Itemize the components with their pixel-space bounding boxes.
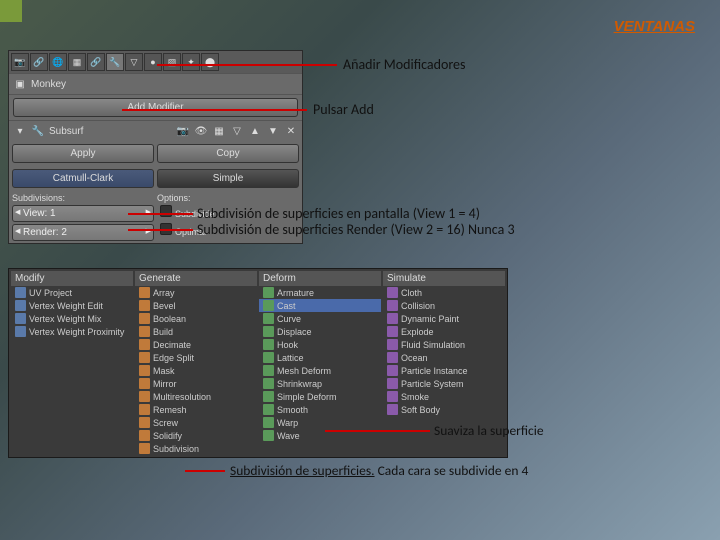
cube-icon: ▣ xyxy=(13,77,27,91)
mod-simpledeform[interactable]: Simple Deform xyxy=(259,390,381,403)
col-simulate-head: Simulate xyxy=(383,271,505,286)
mod-mirror[interactable]: Mirror xyxy=(135,377,257,390)
add-modifier-button[interactable]: Add Modifier xyxy=(13,98,298,117)
mod-multires[interactable]: Multiresolution xyxy=(135,390,257,403)
mod-partsys[interactable]: Particle System xyxy=(383,377,505,390)
mod-remesh[interactable]: Remesh xyxy=(135,403,257,416)
mod-screw[interactable]: Screw xyxy=(135,416,257,429)
object-name: Monkey xyxy=(31,79,66,90)
close-icon[interactable]: ✕ xyxy=(284,124,298,138)
render-field[interactable]: Render: 2 xyxy=(12,224,154,241)
tab-modifiers-icon[interactable]: 🔧 xyxy=(106,53,124,71)
mod-dynpaint[interactable]: Dynamic Paint xyxy=(383,312,505,325)
annotation-subdiv-rest: Cada cara se subdivide en 4 xyxy=(375,462,529,479)
mod-shrinkwrap[interactable]: Shrinkwrap xyxy=(259,377,381,390)
anno-line-5 xyxy=(325,430,430,432)
anno-line-4 xyxy=(128,229,193,231)
mod-bevel[interactable]: Bevel xyxy=(135,299,257,312)
subdivisions-label: Subdivisions: xyxy=(12,193,154,203)
col-deform: Deform Armature Cast Curve Displace Hook… xyxy=(259,271,381,455)
mod-array[interactable]: Array xyxy=(135,286,257,299)
tab-constraints-icon[interactable]: 🔗 xyxy=(87,53,105,71)
mod-smoke[interactable]: Smoke xyxy=(383,390,505,403)
tab-material-icon[interactable]: ● xyxy=(144,53,162,71)
mod-boolean[interactable]: Boolean xyxy=(135,312,257,325)
move-up-icon[interactable]: ▲ xyxy=(248,124,262,138)
subsurf-label: Subsurf xyxy=(49,126,83,137)
annotation-pulsar-add: Pulsar Add xyxy=(313,101,374,118)
tab-physics-icon[interactable]: ⬤ xyxy=(201,53,219,71)
annotation-render: Subdivisión de superficies Render (View … xyxy=(197,221,515,238)
mod-ocean[interactable]: Ocean xyxy=(383,351,505,364)
col-generate-head: Generate xyxy=(135,271,257,286)
mod-meshdeform[interactable]: Mesh Deform xyxy=(259,364,381,377)
mod-lattice[interactable]: Lattice xyxy=(259,351,381,364)
tab-object-icon[interactable]: ▦ xyxy=(68,53,86,71)
col-modify-head: Modify xyxy=(11,271,133,286)
tab-texture-icon[interactable]: ▨ xyxy=(163,53,181,71)
annotation-subdiv: Subdivisión de superficies. Cada cara se… xyxy=(230,462,528,479)
mod-displace[interactable]: Displace xyxy=(259,325,381,338)
anno-line-3 xyxy=(128,213,193,215)
col-modify: Modify UV Project Vertex Weight Edit Ver… xyxy=(11,271,133,455)
mod-smooth[interactable]: Smooth xyxy=(259,403,381,416)
mod-decimate[interactable]: Decimate xyxy=(135,338,257,351)
mod-collision[interactable]: Collision xyxy=(383,299,505,312)
mod-cast[interactable]: Cast xyxy=(259,299,381,312)
col-deform-head: Deform xyxy=(259,271,381,286)
mod-edgesplit[interactable]: Edge Split xyxy=(135,351,257,364)
mod-vwm[interactable]: Vertex Weight Mix xyxy=(11,312,133,325)
mod-explode[interactable]: Explode xyxy=(383,325,505,338)
annotation-view: Subdivisión de superficies en pantalla (… xyxy=(197,205,480,222)
mod-vwp[interactable]: Vertex Weight Proximity xyxy=(11,325,133,338)
mod-curve[interactable]: Curve xyxy=(259,312,381,325)
tab-render-icon[interactable]: 📷 xyxy=(11,53,29,71)
copy-button[interactable]: Copy xyxy=(157,144,299,163)
mod-vwe[interactable]: Vertex Weight Edit xyxy=(11,299,133,312)
add-modifier-row: Add Modifier xyxy=(9,94,302,120)
col-generate: Generate Array Bevel Boolean Build Decim… xyxy=(135,271,257,455)
subdivide-uv-checkbox[interactable] xyxy=(160,205,172,217)
mod-softbody[interactable]: Soft Body xyxy=(383,403,505,416)
modifier-menu: Modify UV Project Vertex Weight Edit Ver… xyxy=(8,268,508,458)
property-tabs: 📷 🔗 🌐 ▦ 🔗 🔧 ▽ ● ▨ ✦ ⬤ xyxy=(9,51,302,73)
vis-edit-icon[interactable]: ▦ xyxy=(212,124,226,138)
vis-cage-icon[interactable]: ▽ xyxy=(230,124,244,138)
modifier-header: ▾ 🔧 Subsurf 📷 👁 ▦ ▽ ▲ ▼ ✕ xyxy=(9,120,302,141)
anno-line-2 xyxy=(122,109,307,111)
header: VENTANAS xyxy=(614,18,695,36)
wrench-icon: 🔧 xyxy=(31,124,45,138)
mod-mask[interactable]: Mask xyxy=(135,364,257,377)
annotation-add-modifiers: Añadir Modificadores xyxy=(343,56,466,73)
object-row: ▣ Monkey xyxy=(9,73,302,94)
mod-subdivision[interactable]: Subdivision xyxy=(135,442,257,455)
annotation-subdiv-under: Subdivisión de superficies. xyxy=(230,462,375,479)
move-down-icon[interactable]: ▼ xyxy=(266,124,280,138)
mod-solidify[interactable]: Solidify xyxy=(135,429,257,442)
mod-build[interactable]: Build xyxy=(135,325,257,338)
mod-warp[interactable]: Warp xyxy=(259,416,381,429)
mod-armature[interactable]: Armature xyxy=(259,286,381,299)
tab-scene-icon[interactable]: 🔗 xyxy=(30,53,48,71)
mod-hook[interactable]: Hook xyxy=(259,338,381,351)
mod-uv-project[interactable]: UV Project xyxy=(11,286,133,299)
simple-button[interactable]: Simple xyxy=(157,169,299,188)
vis-render-icon[interactable]: 📷 xyxy=(176,124,190,138)
catmull-button[interactable]: Catmull-Clark xyxy=(12,169,154,188)
ventanas-title: VENTANAS xyxy=(614,18,695,35)
corner-accent xyxy=(0,0,22,22)
mod-cloth[interactable]: Cloth xyxy=(383,286,505,299)
vis-eye-icon[interactable]: 👁 xyxy=(194,124,208,138)
apply-button[interactable]: Apply xyxy=(12,144,154,163)
annotation-smooth: Suaviza la superficie xyxy=(434,422,544,439)
mod-fluid[interactable]: Fluid Simulation xyxy=(383,338,505,351)
anno-line-1 xyxy=(157,64,337,66)
mod-partinst[interactable]: Particle Instance xyxy=(383,364,505,377)
tab-data-icon[interactable]: ▽ xyxy=(125,53,143,71)
tab-particles-icon[interactable]: ✦ xyxy=(182,53,200,71)
tri-down-icon[interactable]: ▾ xyxy=(13,124,27,138)
options-label: Options: xyxy=(157,193,299,203)
tab-world-icon[interactable]: 🌐 xyxy=(49,53,67,71)
anno-line-6 xyxy=(185,470,225,472)
